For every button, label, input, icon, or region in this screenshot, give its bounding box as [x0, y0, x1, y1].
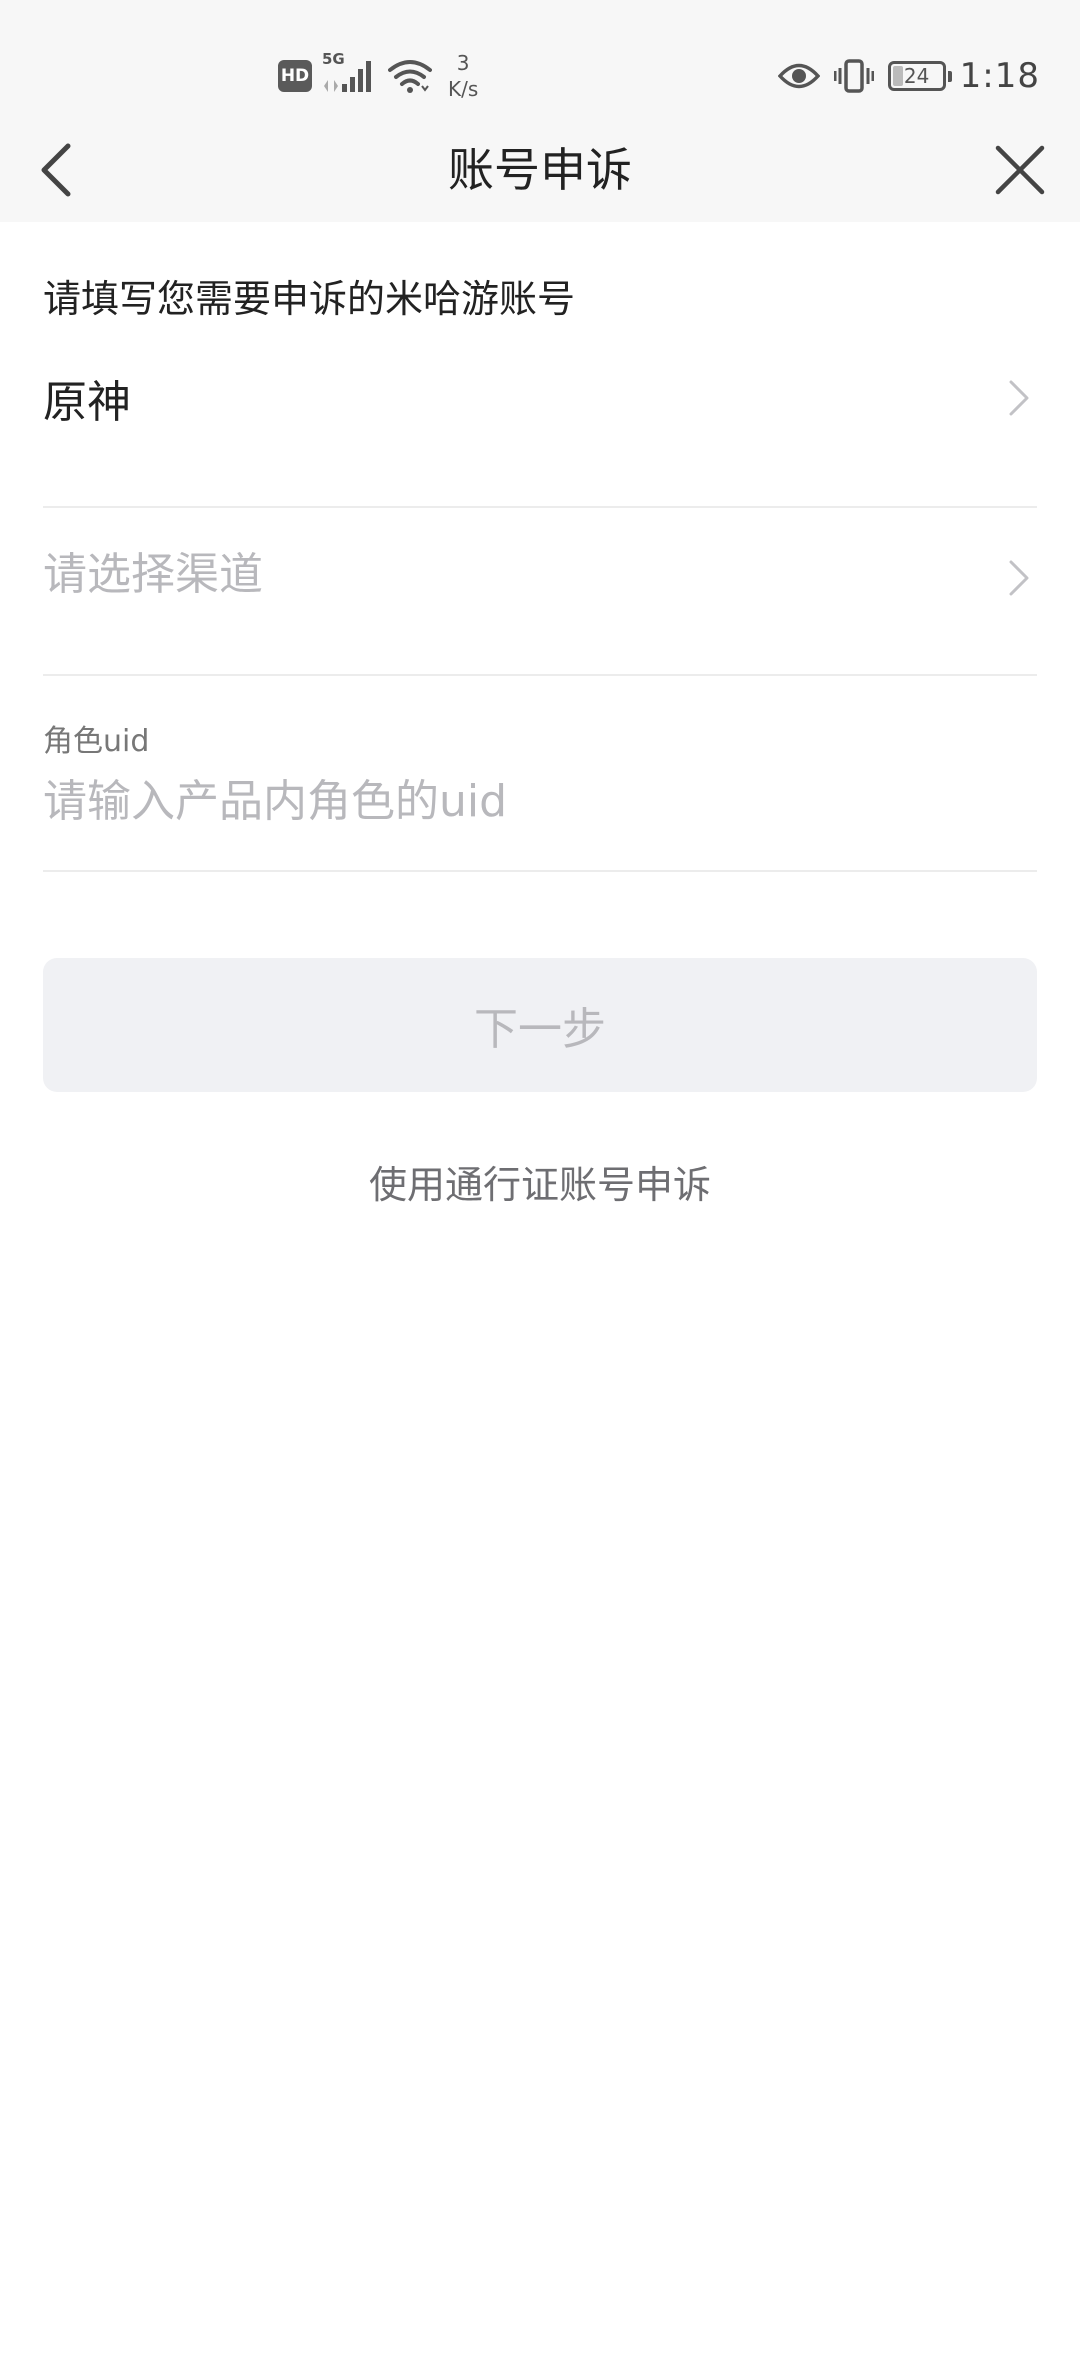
status-bar-left: HD 5G 3 K/s [278, 48, 478, 104]
network-type-label: 5G [322, 50, 345, 68]
channel-select-row[interactable]: 请选择渠道 [43, 508, 1037, 676]
battery-level: 24 [903, 64, 930, 88]
signal-icon: 5G [322, 50, 378, 96]
uid-label: 角色uid [43, 724, 150, 759]
vibrate-icon [833, 59, 874, 93]
passport-appeal-link[interactable]: 使用通行证账号申诉 [43, 1154, 1037, 1209]
status-bar: HD 5G 3 K/s 24 1:18 [0, 0, 1080, 130]
status-bar-right: 24 1:18 [777, 48, 1040, 104]
appeal-form: 请填写您需要申诉的米哈游账号 原神 请选择渠道 角色uid 下一步 使用通行证账… [43, 222, 1037, 1209]
next-step-button[interactable]: 下一步 [43, 958, 1037, 1092]
page-title: 账号申诉 [448, 143, 632, 197]
battery-fill [892, 66, 903, 86]
status-time: 1:18 [959, 56, 1040, 96]
close-icon [995, 145, 1045, 195]
uid-field-block: 角色uid [43, 676, 1037, 872]
header-background: HD 5G 3 K/s 24 1:18 账号申诉 [0, 0, 1080, 222]
hd-icon: HD [278, 60, 312, 92]
appeal-screen: HD 5G 3 K/s 24 1:18 账号申诉 请填写您需要申诉的米哈游账号 … [0, 0, 1080, 2376]
uid-input[interactable] [43, 766, 1037, 836]
chevron-right-icon [1009, 560, 1029, 596]
chevron-right-icon [1009, 380, 1029, 416]
network-speed: 3 K/s [448, 50, 478, 102]
game-select-value: 原神 [43, 377, 131, 428]
channel-select-placeholder: 请选择渠道 [43, 549, 263, 600]
network-speed-value: 3 [456, 51, 470, 75]
network-speed-unit: K/s [448, 77, 479, 101]
battery-icon: 24 [887, 61, 952, 91]
close-button[interactable] [990, 140, 1050, 200]
nav-bar: 账号申诉 [0, 130, 1080, 222]
game-select-row[interactable]: 原神 [43, 340, 1037, 508]
wifi-icon [388, 60, 432, 93]
eye-icon [777, 63, 820, 89]
section-title: 请填写您需要申诉的米哈游账号 [43, 277, 576, 321]
